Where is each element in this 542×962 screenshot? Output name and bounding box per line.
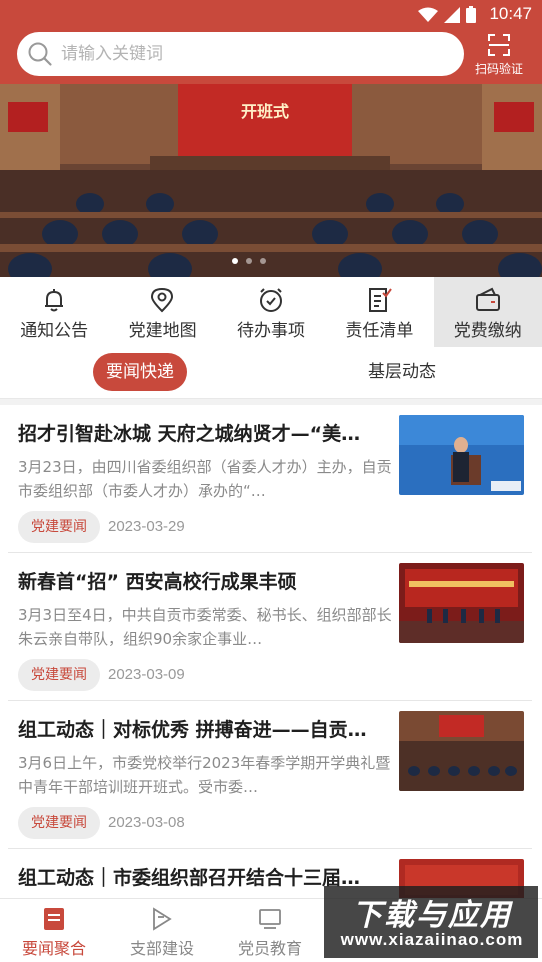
bottom-nav-news[interactable]: 要闻聚合 — [0, 899, 108, 962]
status-bar: 10:47 — [0, 0, 542, 28]
news-item[interactable]: 新春首“招” 西安高校行成果丰硕 3月3日至4日，中共自贡市委常委、秘书长、组织… — [8, 553, 532, 701]
flag-icon — [153, 907, 172, 931]
quick-nav: 通知公告 党建地图 待办事项 责任清单 党费缴纳 — [0, 277, 542, 347]
news-tabs: 要闻快递 基层动态 — [0, 347, 542, 399]
quick-nav-label: 通知公告 — [20, 321, 89, 341]
quick-nav-label: 党费缴纳 — [453, 321, 522, 341]
news-tag: 党建要闻 — [18, 659, 100, 691]
status-time: 10:47 — [489, 4, 532, 23]
search-placeholder: 请输入关键词 — [61, 44, 163, 64]
news-summary: 3月6日上午，市委党校举行2023年春季学期开学典礼暨中青年干部培训班开班式。受… — [18, 754, 391, 796]
carousel-indicator — [232, 258, 266, 264]
scan-icon — [488, 34, 510, 56]
scan-verify-button[interactable]: 扫码验证 — [468, 30, 530, 78]
status-icons — [418, 6, 476, 23]
checklist-icon — [369, 288, 392, 312]
quick-nav-todo[interactable]: 待办事项 — [217, 277, 325, 347]
news-list: 招才引智赴冰城 天府之城纳贤才—“美… 3月23日，由四川省委组织部（省委人才办… — [0, 405, 542, 898]
news-date: 2023-03-09 — [108, 666, 185, 683]
news-summary: 3月3日至4日，中共自贡市委常委、秘书长、组织部部长朱云亲自带队，组织90余家企… — [18, 606, 392, 648]
news-date: 2023-03-08 — [108, 814, 185, 831]
tab-news-express[interactable]: 要闻快递 — [93, 353, 187, 391]
quick-nav-party-fee[interactable]: 党费缴纳 — [433, 277, 542, 347]
quick-nav-responsibility[interactable]: 责任清单 — [325, 277, 433, 347]
news-tag: 党建要闻 — [18, 807, 100, 839]
scan-verify-label: 扫码验证 — [474, 62, 523, 76]
news-icon — [44, 908, 64, 930]
search-input[interactable]: 请输入关键词 — [17, 32, 464, 76]
news-thumbnail — [399, 415, 524, 495]
alarm-clock-icon — [259, 288, 282, 312]
bottom-nav-label: 要闻聚合 — [21, 939, 86, 958]
carousel-dot — [260, 258, 266, 264]
wifi-icon — [418, 7, 438, 22]
bell-icon — [45, 289, 63, 312]
news-title: 招才引智赴冰城 天府之城纳贤才—“美… — [18, 423, 361, 445]
quick-nav-label: 责任清单 — [345, 321, 414, 341]
quick-nav-label: 待办事项 — [236, 321, 305, 341]
news-title: 新春首“招” 西安高校行成果丰硕 — [18, 571, 297, 593]
quick-nav-label: 党建地图 — [128, 321, 197, 341]
carousel-dot — [246, 258, 252, 264]
tab-grassroots[interactable]: 基层动态 — [352, 353, 452, 391]
watermark-title: 下载与应用 — [352, 898, 512, 933]
bottom-nav-label: 党员教育 — [237, 939, 302, 958]
news-item[interactable]: 招才引智赴冰城 天府之城纳贤才—“美… 3月23日，由四川省委组织部（省委人才办… — [8, 405, 532, 553]
watermark-url: www.xiazaiinao.com — [340, 930, 524, 949]
battery-icon — [466, 6, 476, 23]
app-header: 请输入关键词 扫码验证 — [0, 28, 542, 84]
bottom-nav-label: 支部建设 — [129, 939, 194, 958]
search-icon — [28, 42, 52, 66]
carousel-dot — [232, 258, 238, 264]
quick-nav-party-map[interactable]: 党建地图 — [108, 277, 216, 347]
news-summary: 3月23日，由四川省委组织部（省委人才办）主办，自贡市委组织部（市委人才办）承办… — [18, 458, 392, 500]
monitor-icon — [259, 909, 281, 929]
news-item[interactable]: 组工动态｜对标优秀 拼搏奋进——自贡… 3月6日上午，市委党校举行2023年春季… — [8, 701, 532, 849]
signal-icon — [444, 6, 460, 23]
watermark-logo: 下载与应用 www.xiazaiinao.com — [324, 886, 538, 958]
wallet-icon — [475, 287, 500, 311]
news-thumbnail — [399, 563, 524, 643]
news-date: 2023-03-29 — [108, 518, 185, 535]
banner-title: 开班式 — [240, 102, 289, 121]
quick-nav-notice[interactable]: 通知公告 — [0, 277, 108, 347]
bottom-nav-education[interactable]: 党员教育 — [216, 899, 324, 962]
news-tag: 党建要闻 — [18, 511, 100, 543]
news-thumbnail — [399, 711, 524, 791]
bottom-nav-branch[interactable]: 支部建设 — [108, 899, 216, 962]
map-pin-icon — [151, 287, 174, 313]
news-title: 组工动态｜对标优秀 拼搏奋进——自贡… — [18, 719, 367, 741]
banner-carousel[interactable]: 开班式 — [0, 84, 542, 277]
